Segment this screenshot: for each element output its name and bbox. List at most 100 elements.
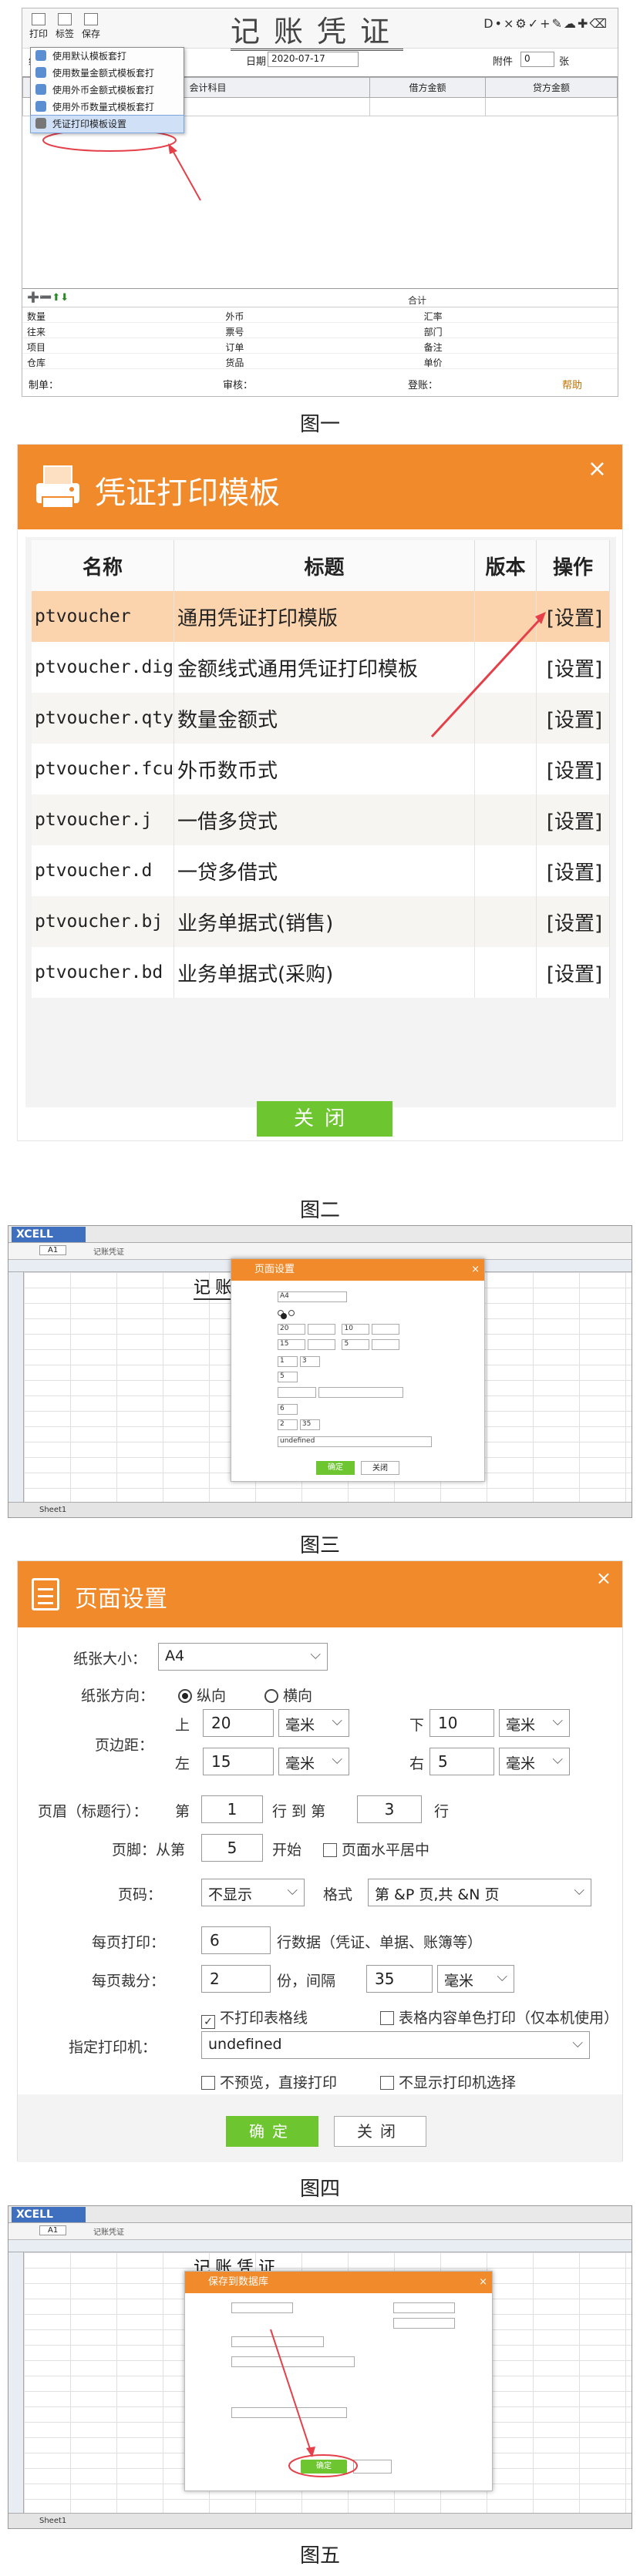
- help-link[interactable]: 帮助: [562, 377, 582, 391]
- info-field[interactable]: 备注: [419, 338, 618, 354]
- cell-ref-box[interactable]: A1: [39, 1245, 67, 1255]
- mini-field[interactable]: [231, 2356, 355, 2367]
- copies-input[interactable]: 2: [201, 1965, 271, 1993]
- top-unit-select[interactable]: 毫米 ⌵: [278, 1709, 349, 1737]
- table-row[interactable]: ptvoucher.bd 业务单据式(采购) [设置]: [32, 947, 610, 998]
- perpage-input[interactable]: 6: [201, 1926, 271, 1954]
- mini-field[interactable]: [393, 2302, 455, 2313]
- ok-button[interactable]: 确定: [226, 2116, 318, 2147]
- mini-field[interactable]: 5: [278, 1372, 298, 1382]
- mini-field[interactable]: [393, 2318, 455, 2329]
- debit-cell[interactable]: [369, 97, 486, 116]
- mono-checkbox[interactable]: 表格内容单色打印（仅本机使用）: [380, 2007, 618, 2027]
- info-field[interactable]: 往来: [22, 323, 221, 338]
- info-field[interactable]: 票号: [221, 323, 419, 338]
- close-icon[interactable]: ×: [588, 455, 607, 482]
- left-unit-select[interactable]: 毫米 ⌵: [278, 1748, 349, 1775]
- left-margin-input[interactable]: 15: [203, 1748, 274, 1775]
- no-grid-checkbox[interactable]: ✓ 不打印表格线: [201, 2007, 308, 2029]
- table-row[interactable]: ptvoucher.dig 金额线式通用凭证打印模板 [设置]: [32, 642, 610, 693]
- orient-portrait-radio[interactable]: 纵向: [178, 1684, 226, 1705]
- right-margin-input[interactable]: 5: [429, 1748, 494, 1775]
- mini-field[interactable]: 1 3: [278, 1356, 320, 1367]
- mini-field[interactable]: [231, 2407, 347, 2418]
- no-select-checkbox[interactable]: 不显示打印机选择: [380, 2071, 516, 2092]
- menu-item-qty-template[interactable]: 使用数量金额式模板套打: [31, 65, 184, 82]
- info-field[interactable]: 外币: [221, 307, 419, 323]
- bottom-margin-input[interactable]: 10: [429, 1709, 494, 1737]
- table-row[interactable]: ptvoucher 通用凭证打印模版 [设置]: [32, 591, 610, 642]
- formula-value[interactable]: 记账凭证: [93, 2225, 124, 2237]
- menu-item-default-template[interactable]: 使用默认模板套打: [31, 48, 184, 65]
- info-field[interactable]: 货品: [221, 354, 419, 369]
- settings-link[interactable]: [设置]: [536, 947, 610, 998]
- close-icon[interactable]: ×: [596, 1567, 611, 1589]
- bottom-unit-select[interactable]: 毫米 ⌵: [499, 1709, 570, 1737]
- center-checkbox[interactable]: 页面水平居中: [323, 1839, 429, 1859]
- cancel-button[interactable]: 关闭: [361, 1461, 399, 1475]
- info-field[interactable]: 部门: [419, 323, 618, 338]
- info-field[interactable]: 项目: [22, 338, 221, 354]
- mini-field[interactable]: [231, 2336, 324, 2347]
- table-row[interactable]: ptvoucher.bj 业务单据式(销售) [设置]: [32, 896, 610, 947]
- top-margin-input[interactable]: 20: [203, 1709, 274, 1737]
- right-unit-select[interactable]: 毫米 ⌵: [499, 1748, 570, 1775]
- toolbar-icon-strip[interactable]: D•×⚙✓+✎☁✚⌫: [483, 16, 608, 31]
- footer-from-input[interactable]: 5: [201, 1834, 263, 1862]
- mini-field[interactable]: 15 5: [278, 1339, 400, 1350]
- settings-link[interactable]: [设置]: [536, 693, 610, 744]
- settings-link[interactable]: [设置]: [536, 744, 610, 794]
- tag-button[interactable]: 标签: [53, 13, 76, 40]
- settings-link[interactable]: [设置]: [536, 896, 610, 947]
- info-field[interactable]: 仓库: [22, 354, 221, 369]
- cancel-button[interactable]: [353, 2460, 392, 2474]
- no-preview-checkbox[interactable]: 不预览，直接打印: [201, 2071, 337, 2092]
- table-row[interactable]: ptvoucher.qty 数量金额式 [设置]: [32, 693, 610, 744]
- table-row[interactable]: ptvoucher.fcu 外币数币式 [设置]: [32, 744, 610, 794]
- gap-input[interactable]: 35: [366, 1965, 433, 1993]
- pageno-select[interactable]: 不显示 ⌵: [201, 1879, 305, 1906]
- mini-field[interactable]: [278, 1387, 403, 1398]
- table-row[interactable]: ptvoucher.j 一借多贷式 [设置]: [32, 794, 610, 845]
- header-from-input[interactable]: 1: [201, 1795, 263, 1823]
- ok-button[interactable]: 确定: [301, 2460, 347, 2474]
- menu-item-fcu-qty-template[interactable]: 使用外币数量式模板套打: [31, 99, 184, 116]
- print-button[interactable]: 打印: [27, 13, 50, 40]
- cell-ref-box[interactable]: A1: [39, 2225, 67, 2235]
- gap-unit-select[interactable]: 毫米 ⌵: [437, 1965, 514, 1993]
- mini-field[interactable]: A4: [278, 1291, 347, 1302]
- save-button[interactable]: 保存: [79, 13, 103, 40]
- settings-link[interactable]: [设置]: [536, 794, 610, 845]
- close-icon[interactable]: ×: [479, 2272, 487, 2293]
- ok-button[interactable]: 确定: [316, 1461, 355, 1475]
- info-field[interactable]: 数量: [22, 307, 221, 323]
- info-field[interactable]: 订单: [221, 338, 419, 354]
- cancel-button[interactable]: 关闭: [334, 2116, 426, 2147]
- info-field[interactable]: 单价: [419, 354, 618, 369]
- header-to-input[interactable]: 3: [357, 1795, 422, 1823]
- date-input[interactable]: 2020-07-17: [268, 52, 359, 67]
- orient-landscape-radio[interactable]: 横向: [264, 1684, 312, 1705]
- close-button[interactable]: 关闭: [257, 1101, 392, 1137]
- settings-link[interactable]: [设置]: [536, 591, 610, 642]
- formula-value[interactable]: 记账凭证: [93, 1245, 124, 1257]
- mini-field[interactable]: 2 35: [278, 1419, 320, 1430]
- menu-item-template-settings[interactable]: 凭证打印模板设置: [30, 115, 184, 133]
- mini-field[interactable]: [278, 1308, 299, 1319]
- credit-cell[interactable]: [485, 97, 618, 116]
- row-tools[interactable]: ➕➖⬆⬇ 合计: [22, 292, 618, 307]
- sheet-tab[interactable]: Sheet1: [8, 1502, 632, 1517]
- mini-field[interactable]: undefined: [278, 1436, 432, 1447]
- settings-link[interactable]: [设置]: [536, 845, 610, 896]
- table-row[interactable]: ptvoucher.d 一贷多借式 [设置]: [32, 845, 610, 896]
- printer-select[interactable]: undefined ⌵: [201, 2031, 590, 2059]
- paper-select[interactable]: A4 ⌵: [158, 1643, 328, 1671]
- mini-field[interactable]: 6: [278, 1404, 298, 1415]
- close-icon[interactable]: ×: [471, 1259, 480, 1281]
- info-field[interactable]: 汇率: [419, 307, 618, 323]
- settings-link[interactable]: [设置]: [536, 642, 610, 693]
- mini-field[interactable]: 20 10: [278, 1324, 400, 1335]
- attach-input[interactable]: 0: [520, 52, 554, 67]
- format-select[interactable]: 第 &P 页,共 &N 页 ⌵: [368, 1879, 591, 1906]
- menu-item-fcu-amount-template[interactable]: 使用外币金额式模板套打: [31, 82, 184, 99]
